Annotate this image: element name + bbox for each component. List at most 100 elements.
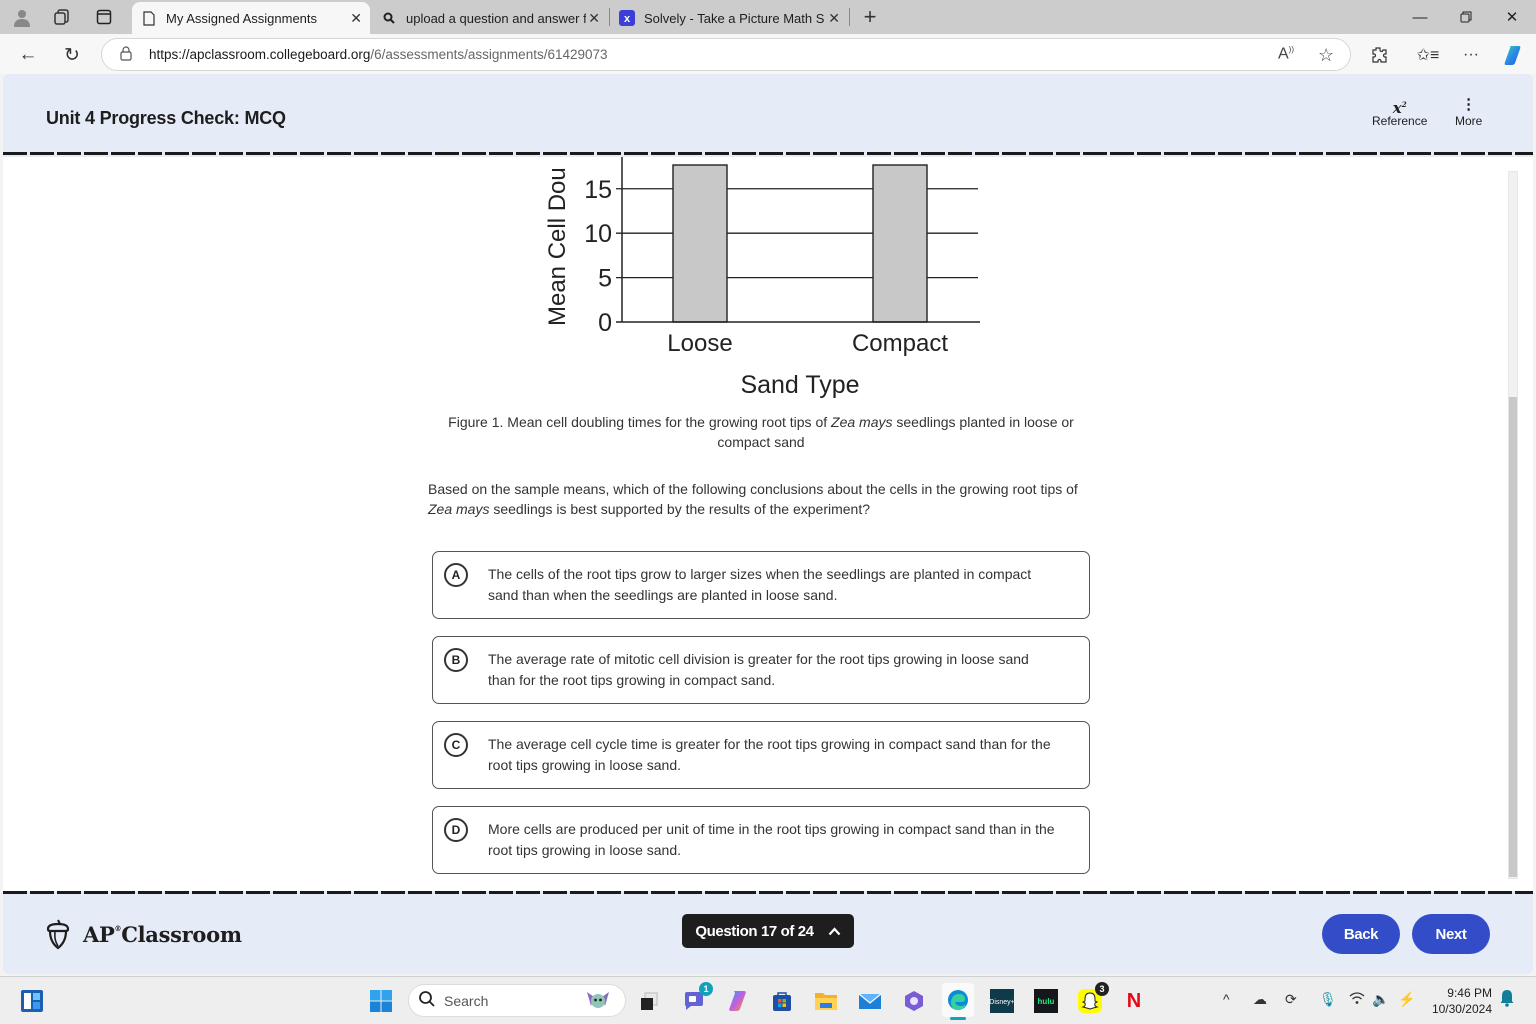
option-letter: A bbox=[444, 563, 468, 587]
svg-text:x: x bbox=[624, 13, 631, 25]
read-aloud-icon[interactable]: A)) bbox=[1278, 45, 1294, 63]
y-tick-label: 15 bbox=[584, 176, 612, 204]
back-button[interactable]: Back bbox=[1322, 914, 1400, 954]
tab-title: upload a question and answer for bbox=[406, 10, 586, 26]
search-icon bbox=[418, 990, 436, 1013]
next-button[interactable]: Next bbox=[1412, 914, 1490, 954]
figure-chart: 0 5 10 15 Loose Compact Sand Type Mean Cell Dou bbox=[538, 157, 988, 402]
answer-option-b[interactable]: B The average rate of mitotic cell divis… bbox=[432, 636, 1090, 704]
answer-option-d[interactable]: D More cells are produced per unit of ti… bbox=[432, 806, 1090, 874]
more-options-icon[interactable]: ··· bbox=[1459, 44, 1483, 66]
profile-icon[interactable] bbox=[11, 6, 33, 28]
url-text: https://apclassroom.collegeboard.org/6/a… bbox=[149, 47, 608, 62]
file-explorer-icon[interactable] bbox=[812, 987, 840, 1015]
y-tick-label: 5 bbox=[598, 265, 612, 293]
chevron-up-icon bbox=[828, 924, 841, 939]
volume-icon[interactable]: 🔈 bbox=[1372, 991, 1389, 1008]
header-divider bbox=[3, 152, 1533, 155]
tab-my-assigned-assignments[interactable]: My Assigned Assignments ✕ bbox=[132, 2, 370, 34]
new-tab-button[interactable]: + bbox=[859, 4, 881, 29]
reference-label: Reference bbox=[1372, 114, 1428, 128]
question-content: 0 5 10 15 Loose Compact Sand Type Mean Cell Dou… bbox=[3, 157, 1533, 891]
edge-browser-icon[interactable] bbox=[942, 983, 974, 1020]
question-counter: Question 17 of 24 bbox=[695, 922, 814, 940]
option-letter: B bbox=[444, 648, 468, 672]
figure-caption: Figure 1. Mean cell doubling times for t… bbox=[448, 414, 1074, 450]
copilot-app-icon[interactable] bbox=[724, 987, 752, 1015]
microsoft-store-icon[interactable] bbox=[768, 987, 796, 1015]
svg-text:Disney+: Disney+ bbox=[990, 999, 1014, 1006]
favorites-list-icon[interactable]: ✩≡ bbox=[1416, 44, 1440, 66]
task-view-icon[interactable] bbox=[635, 987, 663, 1015]
tab-divider bbox=[849, 8, 850, 26]
more-button[interactable]: ⋮ More bbox=[1455, 96, 1482, 128]
more-label: More bbox=[1455, 114, 1483, 128]
workspaces-icon[interactable] bbox=[51, 6, 73, 28]
question-navigator-button[interactable]: Question 17 of 24 bbox=[682, 914, 854, 948]
refresh-icon[interactable]: ↻ bbox=[59, 42, 85, 68]
tab-title: Solvely - Take a Picture Math Solv bbox=[644, 10, 824, 26]
scrollbar-thumb[interactable] bbox=[1509, 397, 1517, 877]
snapchat-icon[interactable]: 3 bbox=[1076, 982, 1109, 1015]
tab-actions-icon[interactable] bbox=[93, 6, 115, 28]
copilot-icon[interactable] bbox=[1501, 44, 1525, 66]
notifications-bell-icon[interactable] bbox=[1500, 989, 1514, 1010]
sync-update-icon[interactable]: ⟳ bbox=[1285, 991, 1297, 1008]
lock-icon bbox=[120, 46, 132, 64]
logo-text: AP®Classroom bbox=[83, 921, 242, 947]
page-icon bbox=[140, 9, 158, 27]
bar-chart: 0 5 10 15 Loose Compact Sand Type Mean Cell Dou bbox=[544, 157, 980, 399]
content-scrollbar[interactable] bbox=[1508, 171, 1518, 879]
mail-icon[interactable] bbox=[856, 987, 884, 1015]
solvely-icon: x bbox=[618, 9, 636, 27]
page-footer: AP®Classroom Question 17 of 24 Back Next bbox=[3, 894, 1533, 974]
kebab-menu-icon: ⋮ bbox=[1461, 96, 1477, 113]
favorite-star-icon[interactable]: ☆ bbox=[1318, 45, 1334, 66]
option-letter: C bbox=[444, 733, 468, 757]
widgets-icon[interactable] bbox=[18, 987, 46, 1015]
tab-solvely[interactable]: x Solvely - Take a Picture Math Solv ✕ bbox=[610, 2, 848, 34]
option-text: The average cell cycle time is greater f… bbox=[488, 736, 1051, 773]
tab-upload-question[interactable]: upload a question and answer for ✕ bbox=[372, 2, 608, 34]
close-icon[interactable]: ✕ bbox=[588, 10, 600, 27]
ap-classroom-logo: AP®Classroom bbox=[45, 918, 242, 950]
formula-icon: x2 bbox=[1392, 99, 1407, 117]
x-axis-label: Sand Type bbox=[740, 371, 859, 399]
answer-option-a[interactable]: A The cells of the root tips grow to lar… bbox=[432, 551, 1090, 619]
onedrive-cloud-icon[interactable]: ☁ bbox=[1253, 991, 1267, 1008]
show-hidden-icons-chevron[interactable]: ^ bbox=[1223, 991, 1230, 1007]
assessment-page: Unit 4 Progress Check: MCQ x2 Reference … bbox=[3, 74, 1533, 974]
y-tick-label: 10 bbox=[584, 220, 612, 248]
system-clock[interactable]: 9:46 PM 10/30/2024 bbox=[1432, 985, 1492, 1017]
disney-plus-icon[interactable]: Disney+ bbox=[988, 987, 1016, 1015]
minimize-icon[interactable]: — bbox=[1405, 6, 1435, 28]
bar-compact bbox=[872, 164, 928, 323]
netflix-icon[interactable]: N bbox=[1120, 987, 1148, 1015]
battery-charging-icon[interactable]: ⚡ bbox=[1398, 991, 1415, 1008]
restore-icon[interactable] bbox=[1451, 6, 1481, 28]
extensions-icon[interactable] bbox=[1367, 44, 1391, 66]
search-icon bbox=[380, 9, 398, 27]
hulu-icon[interactable]: hulu bbox=[1032, 987, 1060, 1015]
start-menu-icon[interactable] bbox=[367, 987, 395, 1015]
reference-button[interactable]: x2 Reference bbox=[1372, 96, 1427, 128]
option-text: The cells of the root tips grow to large… bbox=[488, 566, 1032, 603]
close-icon[interactable]: ✕ bbox=[828, 10, 840, 27]
wifi-icon[interactable] bbox=[1349, 991, 1365, 1008]
close-window-icon[interactable]: ✕ bbox=[1497, 6, 1527, 28]
microphone-icon[interactable]: 🎙 bbox=[1319, 991, 1337, 1008]
clock-date: 10/30/2024 bbox=[1431, 1002, 1492, 1016]
option-letter: D bbox=[444, 818, 468, 842]
answer-option-c[interactable]: C The average cell cycle time is greater… bbox=[432, 721, 1090, 789]
teams-chat-icon[interactable]: 1 bbox=[680, 982, 713, 1015]
close-icon[interactable]: ✕ bbox=[350, 10, 362, 27]
notification-badge: 1 bbox=[699, 982, 713, 996]
browser-tab-bar: My Assigned Assignments ✕ upload a quest… bbox=[0, 0, 1536, 34]
back-arrow-icon[interactable]: ← bbox=[15, 42, 41, 68]
url-input[interactable]: https://apclassroom.collegeboard.org/6/a… bbox=[101, 38, 1351, 71]
active-app-indicator bbox=[950, 1017, 966, 1020]
m365-icon[interactable] bbox=[900, 987, 928, 1015]
y-axis-label: Mean Cell Dou bbox=[544, 167, 571, 326]
question-stem: Based on the sample means, which of the … bbox=[428, 481, 1078, 517]
taskbar-search-input[interactable]: Search bbox=[408, 984, 626, 1017]
